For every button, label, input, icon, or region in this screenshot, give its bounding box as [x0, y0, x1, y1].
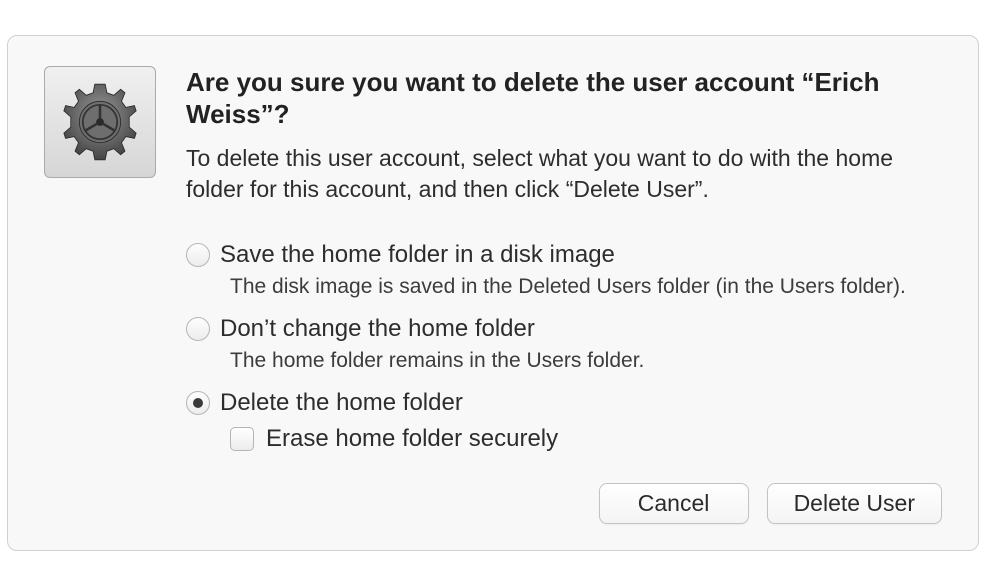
system-preferences-icon [44, 66, 156, 178]
option-row[interactable]: Delete the home folder [186, 389, 942, 417]
cancel-button[interactable]: Cancel [599, 483, 749, 524]
radio-dont-change[interactable] [186, 317, 210, 341]
options-group: Save the home folder in a disk image The… [186, 241, 942, 454]
option-row[interactable]: Don’t change the home folder [186, 315, 942, 343]
option-delete-home: Delete the home folder Erase home folder… [186, 389, 942, 453]
dialog-headline: Are you sure you want to delete the user… [186, 66, 942, 131]
option-row[interactable]: Save the home folder in a disk image [186, 241, 942, 269]
option-description: The home folder remains in the Users fol… [230, 347, 942, 375]
option-dont-change: Don’t change the home folder The home fo… [186, 315, 942, 375]
checkbox-erase-securely[interactable] [230, 427, 254, 451]
sub-option-erase-securely[interactable]: Erase home folder securely [230, 425, 942, 453]
option-save-disk-image: Save the home folder in a disk image The… [186, 241, 942, 301]
delete-user-dialog: Are you sure you want to delete the user… [7, 35, 979, 552]
option-label: Save the home folder in a disk image [220, 241, 615, 269]
dialog-icon-column [44, 66, 156, 525]
dialog-subtext: To delete this user account, select what… [186, 143, 942, 205]
sub-option-label: Erase home folder securely [266, 425, 558, 453]
dialog-buttons: Cancel Delete User [186, 483, 942, 524]
delete-user-button[interactable]: Delete User [767, 483, 942, 524]
radio-delete-home[interactable] [186, 391, 210, 415]
option-description: The disk image is saved in the Deleted U… [230, 273, 942, 301]
radio-save-disk-image[interactable] [186, 243, 210, 267]
option-label: Delete the home folder [220, 389, 463, 417]
gear-icon [57, 79, 143, 165]
option-label: Don’t change the home folder [220, 315, 535, 343]
dialog-content: Are you sure you want to delete the user… [186, 66, 942, 525]
